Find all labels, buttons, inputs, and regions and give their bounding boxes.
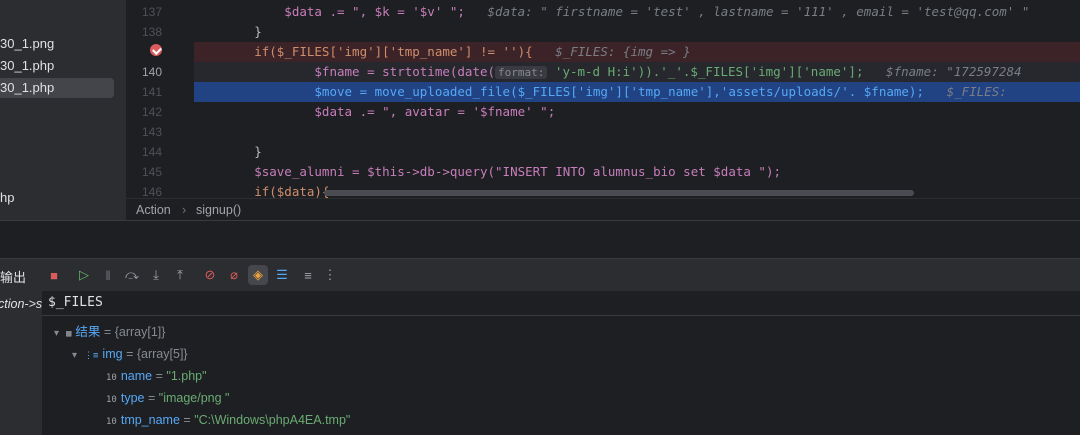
variable-name: tmp_name	[120, 413, 180, 427]
code-text: $data .= ", $k = '$v' ";	[194, 4, 465, 19]
tree-item-file[interactable]: hp	[0, 188, 14, 208]
variable-row[interactable]: 10 type = "image/png "	[106, 387, 230, 409]
line-number: 145	[141, 165, 162, 179]
string-type-icon: 10	[106, 417, 117, 427]
mute-breakpoints-icon[interactable]: ⌀	[224, 265, 244, 285]
code-text: $fname = strtotime(date(	[194, 64, 496, 79]
pause-icon[interactable]: ‖	[98, 265, 118, 285]
tree-item-file[interactable]: 30_1.png	[0, 34, 54, 54]
inline-value-hint: $_FILES: {img => }	[555, 44, 691, 59]
variable-value: {array[5]}	[136, 347, 188, 361]
code-text: 'y-m-d H:i')).'_'.$_FILES['img']['name']…	[547, 64, 864, 79]
variable-name: name	[120, 369, 153, 383]
variable-name: 结果	[75, 325, 101, 339]
step-over-icon[interactable]: ⤼	[122, 265, 142, 285]
line-number-current: 140	[141, 65, 162, 79]
editor-gutter[interactable]: 137 138 140 141 142 143 144 145 146	[126, 0, 194, 198]
tree-item-file[interactable]: 30_1.php	[0, 56, 54, 76]
step-out-icon[interactable]: ⤒	[170, 265, 190, 285]
code-line-current: $fname = strtotime(date(format: 'y-m-d H…	[194, 62, 1080, 82]
code-line: }	[194, 22, 1080, 42]
chevron-down-icon[interactable]: ▾	[54, 323, 66, 345]
code-line: $data .= ", avatar = '$fname' ";	[194, 102, 1080, 122]
tree-item-label: hp	[0, 190, 15, 205]
chevron-right-icon: ›	[182, 203, 187, 217]
code-editor[interactable]: 137 138 140 141 142 143 144 145 146 $dat…	[126, 0, 1080, 198]
code-line-execution-point: $move = move_uploaded_file($_FILES['img'…	[194, 82, 1080, 102]
variable-row[interactable]: 10 tmp_name = "C:\Windows\phpA4EA.tmp"	[106, 409, 350, 431]
breadcrumb-item[interactable]: signup()	[196, 199, 241, 221]
tree-item-label: 30_1.php	[0, 58, 55, 73]
resume-icon[interactable]: ▷	[74, 265, 94, 285]
code-text: if($_FILES['img']['tmp_name'] != ''){	[194, 44, 533, 59]
line-number: 143	[141, 125, 162, 139]
code-text: if($data){	[194, 184, 330, 198]
view-breakpoints-icon[interactable]: ⊘	[200, 265, 220, 285]
horizontal-scrollbar[interactable]	[324, 190, 914, 196]
inline-value-hint: $fname: "172597284	[886, 64, 1022, 79]
variable-value: {array[1]}	[114, 325, 166, 339]
frames-icon[interactable]: ☰	[272, 265, 292, 285]
string-type-icon: 10	[106, 395, 117, 405]
code-line-breakpoint: if($_FILES['img']['tmp_name'] != ''){ $_…	[194, 42, 1080, 62]
panel-divider[interactable]	[0, 220, 1080, 257]
array-icon: ▦	[66, 329, 72, 339]
code-line: $data .= ", $k = '$v' "; $data: " firstn…	[194, 2, 1080, 22]
equals-sign: =	[103, 325, 112, 339]
tree-item-file-selected[interactable]: 30_1.php	[0, 78, 114, 98]
more-icon[interactable]: ⋮	[320, 265, 340, 285]
code-text: }	[194, 24, 262, 39]
frames-panel: ction->s	[0, 291, 43, 435]
inline-value-hint: $_FILES:	[946, 84, 1007, 99]
line-number: 137	[141, 5, 162, 19]
line-number: 142	[141, 105, 162, 119]
string-type-icon: 10	[106, 373, 117, 383]
code-text: $data .= ", avatar = '$fname' ";	[194, 104, 556, 119]
equals-sign: =	[183, 413, 191, 427]
evaluate-icon[interactable]: ◈	[248, 265, 268, 285]
line-number: 138	[141, 25, 162, 39]
evaluate-expression-input[interactable]: $_FILES	[42, 291, 1080, 316]
frame-item[interactable]: ction->s	[0, 297, 42, 311]
line-number: 141	[141, 85, 162, 99]
project-tree: 30_1.png 30_1.php 30_1.php hp	[0, 0, 126, 220]
line-number: 144	[141, 145, 162, 159]
equals-sign: =	[126, 347, 134, 361]
variable-row[interactable]: ▾ ▦ 结果 = {array[1]}	[54, 321, 165, 343]
variable-row[interactable]: 10 name = "1.php"	[106, 365, 207, 387]
variable-name: img	[102, 347, 123, 361]
debug-toolbar: 输出 ■ ▷ ‖ ⤼ ⤓ ⤒ ⊘ ⌀ ◈ ☰ ≡ ⋮	[0, 258, 1080, 291]
code-line: $save_alumni = $this->db->query("INSERT …	[194, 162, 1080, 182]
tab-output[interactable]: 输出	[0, 267, 26, 286]
parameter-inlay-hint: format:	[495, 66, 548, 79]
variable-value: "1.php"	[166, 369, 207, 383]
tree-item-label: 30_1.png	[0, 36, 55, 51]
variable-value: "image/png "	[158, 391, 230, 405]
variable-row[interactable]: ▾ ⋮≡ img = {array[5]}	[72, 343, 188, 365]
breadcrumb-item[interactable]: Action	[136, 199, 171, 221]
variable-value: "C:\Windows\phpA4EA.tmp"	[194, 413, 351, 427]
stop-icon[interactable]: ■	[44, 265, 64, 285]
code-text: $save_alumni = $this->db->query("INSERT …	[194, 164, 781, 179]
variables-panel: $_FILES ▾ ▦ 结果 = {array[1]} ▾ ⋮≡ img = {arra…	[42, 291, 1080, 435]
chevron-down-icon[interactable]: ▾	[72, 345, 84, 367]
array-icon: ⋮≡	[84, 351, 99, 361]
equals-sign: =	[147, 391, 156, 405]
code-text: }	[194, 144, 262, 159]
equals-sign: =	[155, 369, 163, 383]
breakpoint-icon[interactable]	[150, 44, 162, 56]
step-into-icon[interactable]: ⤓	[146, 265, 166, 285]
breadcrumb: Action › signup()	[126, 198, 1080, 221]
tree-item-label: 30_1.php	[0, 80, 55, 95]
variable-name: type	[120, 391, 145, 405]
inline-value-hint: $data: " firstname = 'test' , lastname =…	[487, 4, 1030, 19]
code-line: }	[194, 142, 1080, 162]
code-text: $move = move_uploaded_file($_FILES['img'…	[194, 84, 924, 99]
line-number: 146	[141, 185, 162, 198]
add-watch-icon[interactable]: ≡	[298, 265, 318, 285]
